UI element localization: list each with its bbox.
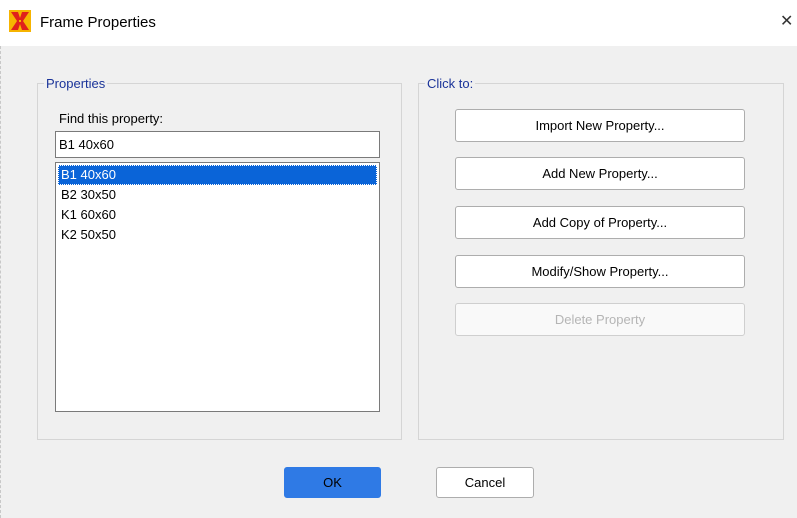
find-property-input[interactable] bbox=[55, 131, 380, 158]
delete-property-button[interactable]: Delete Property bbox=[455, 303, 745, 336]
close-button[interactable]: ✕ bbox=[780, 10, 797, 34]
ok-button[interactable]: OK bbox=[284, 467, 381, 498]
find-property-label: Find this property: bbox=[59, 111, 164, 126]
window-title: Frame Properties bbox=[40, 14, 156, 31]
cancel-button[interactable]: Cancel bbox=[436, 467, 534, 498]
property-list[interactable]: B1 40x60 B2 30x50 K1 60x60 K2 50x50 bbox=[55, 162, 380, 412]
properties-legend: Properties bbox=[46, 76, 106, 91]
click-to-legend: Click to: bbox=[427, 76, 474, 91]
app-logo-icon bbox=[9, 10, 31, 32]
list-item-b2-30x50[interactable]: B2 30x50 bbox=[58, 185, 377, 205]
list-item-k1-60x60[interactable]: K1 60x60 bbox=[58, 205, 377, 225]
add-new-property-button[interactable]: Add New Property... bbox=[455, 157, 745, 190]
import-new-property-button[interactable]: Import New Property... bbox=[455, 109, 745, 142]
add-copy-of-property-button[interactable]: Add Copy of Property... bbox=[455, 206, 745, 239]
list-item-k2-50x50[interactable]: K2 50x50 bbox=[58, 225, 377, 245]
close-icon: ✕ bbox=[780, 13, 794, 30]
modify-show-property-button[interactable]: Modify/Show Property... bbox=[455, 255, 745, 288]
title-bar[interactable]: Frame Properties ✕ bbox=[0, 0, 797, 46]
list-item-b1-40x60[interactable]: B1 40x60 bbox=[58, 165, 377, 185]
window-edge bbox=[0, 46, 3, 518]
